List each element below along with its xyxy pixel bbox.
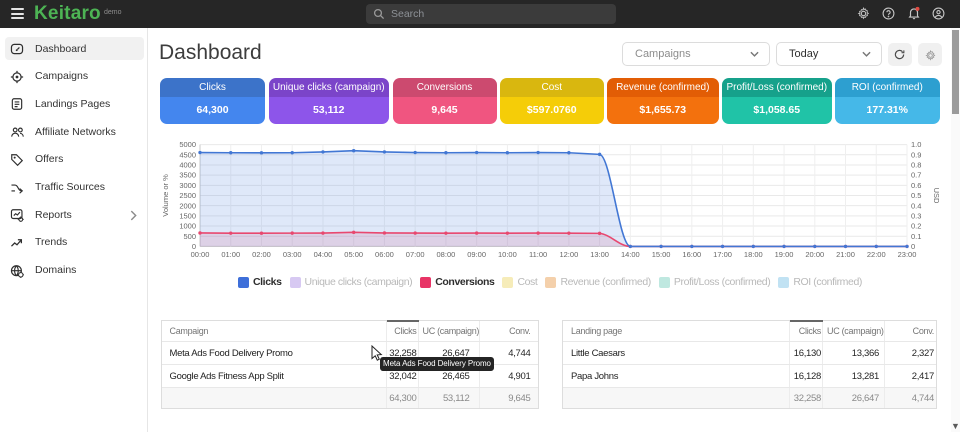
svg-text:2500: 2500: [179, 191, 196, 200]
svg-text:1500: 1500: [179, 211, 196, 220]
svg-text:21:00: 21:00: [836, 250, 855, 259]
svg-text:16:00: 16:00: [682, 250, 701, 259]
svg-text:Volume or %: Volume or %: [161, 174, 170, 217]
svg-text:0.1: 0.1: [911, 232, 921, 241]
svg-text:20:00: 20:00: [805, 250, 824, 259]
svg-text:22:00: 22:00: [867, 250, 886, 259]
svg-text:2000: 2000: [179, 201, 196, 210]
svg-text:5000: 5000: [179, 140, 196, 149]
svg-text:4500: 4500: [179, 150, 196, 159]
svg-text:3500: 3500: [179, 171, 196, 180]
svg-text:23:00: 23:00: [898, 250, 917, 259]
svg-text:USD: USD: [932, 188, 940, 204]
svg-text:3000: 3000: [179, 181, 196, 190]
svg-text:14:00: 14:00: [621, 250, 640, 259]
svg-text:10:00: 10:00: [498, 250, 517, 259]
svg-text:0.9: 0.9: [911, 150, 921, 159]
svg-text:17:00: 17:00: [713, 250, 732, 259]
svg-text:500: 500: [183, 232, 196, 241]
svg-text:01:00: 01:00: [221, 250, 240, 259]
svg-text:08:00: 08:00: [437, 250, 456, 259]
svg-text:02:00: 02:00: [252, 250, 271, 259]
svg-text:0.3: 0.3: [911, 211, 921, 220]
svg-text:1000: 1000: [179, 222, 196, 231]
svg-text:0.7: 0.7: [911, 171, 921, 180]
svg-text:0.8: 0.8: [911, 161, 921, 170]
svg-text:05:00: 05:00: [344, 250, 363, 259]
svg-text:13:00: 13:00: [590, 250, 609, 259]
svg-text:15:00: 15:00: [652, 250, 671, 259]
svg-text:0.4: 0.4: [911, 201, 921, 210]
svg-text:09:00: 09:00: [467, 250, 486, 259]
svg-text:06:00: 06:00: [375, 250, 394, 259]
svg-text:19:00: 19:00: [775, 250, 794, 259]
svg-text:03:00: 03:00: [283, 250, 302, 259]
svg-text:0.2: 0.2: [911, 222, 921, 231]
svg-text:07:00: 07:00: [406, 250, 425, 259]
svg-text:12:00: 12:00: [559, 250, 578, 259]
svg-text:1.0: 1.0: [911, 140, 921, 149]
svg-text:4000: 4000: [179, 161, 196, 170]
svg-text:04:00: 04:00: [314, 250, 333, 259]
svg-text:0.5: 0.5: [911, 191, 921, 200]
svg-text:0.6: 0.6: [911, 181, 921, 190]
svg-text:18:00: 18:00: [744, 250, 763, 259]
svg-text:00:00: 00:00: [191, 250, 210, 259]
svg-text:11:00: 11:00: [529, 250, 547, 259]
